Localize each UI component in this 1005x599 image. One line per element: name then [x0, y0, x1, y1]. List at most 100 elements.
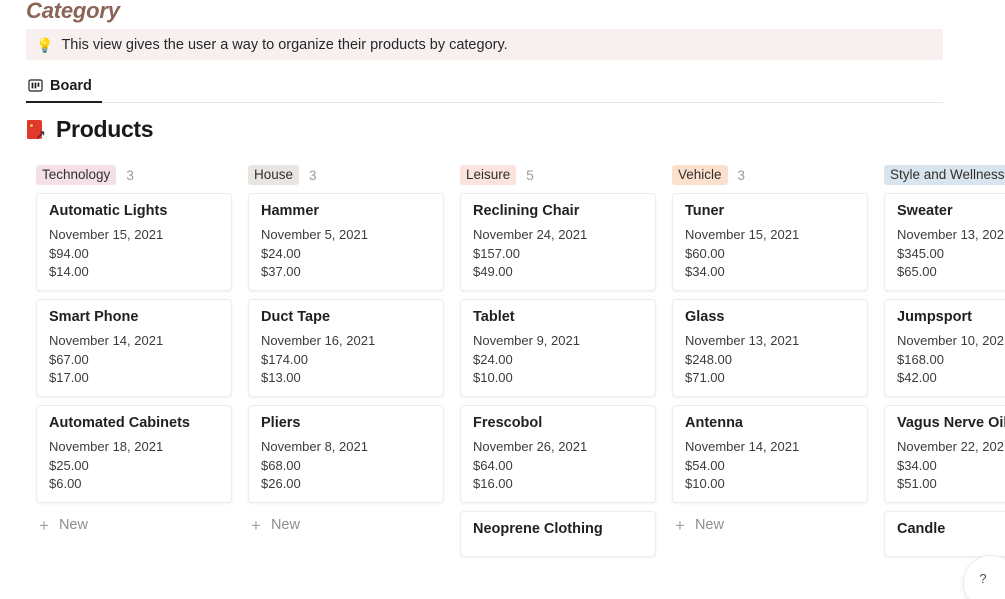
card-price-secondary: $34.00: [685, 264, 855, 279]
view-tab-bar: Board: [26, 70, 943, 103]
board-card[interactable]: Pliers November 8, 2021 $68.00 $26.00: [248, 405, 444, 503]
card-price-primary: $24.00: [473, 352, 643, 367]
card-date: November 9, 2021: [473, 333, 643, 348]
board-card[interactable]: Smart PhoneNovember 14, 2021$67.00$17.00: [36, 299, 232, 397]
card-price-primary: $168.00: [897, 352, 1005, 367]
card-title: Tuner: [685, 203, 855, 219]
card-price-primary: $34.00: [897, 458, 1005, 473]
card-price-primary: $345.00: [897, 246, 1005, 261]
card-price-secondary: $65.00: [897, 264, 1005, 279]
board-column-header[interactable]: Style and Wellness4: [874, 160, 1005, 190]
card-title: Hammer: [261, 203, 431, 219]
board-column: House3HammerNovember 5, 2021$24.00$37.00…: [238, 160, 450, 599]
card-price-secondary: $71.00: [685, 370, 855, 385]
card-price-secondary: $6.00: [49, 476, 219, 491]
tab-board[interactable]: Board: [26, 70, 102, 103]
door-exit-icon: ↗: [26, 119, 48, 141]
board-card[interactable]: FrescobolNovember 26, 2021$64.00$16.00: [460, 405, 656, 503]
card-price-secondary: $26.00: [261, 476, 431, 491]
card-title: Jumpsport: [897, 309, 1005, 325]
notion-board-page: Category 💡 This view gives the user a wa…: [0, 0, 1005, 599]
board-card[interactable]: Automatic LightsNovember 15, 2021$94.00$…: [36, 193, 232, 291]
card-title: Reclining Chair: [473, 203, 643, 219]
column-tag: House: [248, 165, 299, 186]
board-card[interactable]: Vagus Nerve Oil November 22, 2021 $34.00 $5…: [884, 405, 1005, 503]
board-card[interactable]: Tablet November 9, 2021 $24.00 $10.00: [460, 299, 656, 397]
card-price-secondary: $51.00: [897, 476, 1005, 491]
card-price-secondary: $42.00: [897, 370, 1005, 385]
column-tag: Style and Wellness: [884, 165, 1005, 186]
board-column-header[interactable]: Leisure5: [450, 160, 662, 190]
door-arrow-glyph: ↗: [35, 129, 47, 141]
board-card[interactable]: Duct TapeNovember 16, 2021$174.00$13.00: [248, 299, 444, 397]
board-column-header[interactable]: House 3: [238, 160, 450, 190]
board-view-icon: [28, 78, 43, 93]
board-column-cards: Reclining Chair November 24, 2021 $157.00 $…: [450, 190, 662, 557]
board-column-cards: Automatic LightsNovember 15, 2021$94.00$…: [26, 190, 238, 503]
card-date: November 24, 2021: [473, 227, 643, 242]
board-column-cards: HammerNovember 5, 2021$24.00$37.00Duct T…: [238, 190, 450, 503]
card-price-secondary: $14.00: [49, 264, 219, 279]
board-card[interactable]: AntennaNovember 14, 2021$54.00$10.00: [672, 405, 868, 503]
board-column-cards: SweaterNovember 13, 2021$345.00$65.00Jum…: [874, 190, 1005, 557]
help-glyph: ?: [979, 571, 986, 586]
column-tag: Technology: [36, 165, 116, 186]
plus-icon: +: [39, 517, 49, 534]
card-price-primary: $64.00: [473, 458, 643, 473]
callout-banner: 💡 This view gives the user a way to orga…: [26, 29, 943, 60]
board-column: Leisure5 Reclining Chair November 24, 2021…: [450, 160, 662, 599]
board-column: Style and Wellness4SweaterNovember 13, 2…: [874, 160, 1005, 599]
card-title: Antenna: [685, 415, 855, 431]
card-title: Sweater: [897, 203, 1005, 219]
card-price-primary: $94.00: [49, 246, 219, 261]
card-date: November 8, 2021: [261, 439, 431, 454]
card-title: Glass: [685, 309, 855, 325]
card-title: Smart Phone: [49, 309, 219, 325]
new-card-button[interactable]: +New: [248, 511, 450, 539]
card-price-primary: $174.00: [261, 352, 431, 367]
new-card-button[interactable]: + New: [672, 511, 874, 539]
plus-icon: +: [675, 517, 685, 534]
board-column-cards: TunerNovember 15, 2021$60.00$34.00GlassN…: [662, 190, 874, 503]
board-card[interactable]: JumpsportNovember 10, 2021$168.00$42.00: [884, 299, 1005, 397]
column-count: 3: [309, 168, 317, 183]
database-heading[interactable]: ↗ Products: [26, 116, 153, 143]
card-price-primary: $68.00: [261, 458, 431, 473]
board-card[interactable]: Candle: [884, 511, 1005, 557]
board-card[interactable]: HammerNovember 5, 2021$24.00$37.00: [248, 193, 444, 291]
card-price-secondary: $17.00: [49, 370, 219, 385]
card-price-primary: $54.00: [685, 458, 855, 473]
card-date: November 14, 2021: [49, 333, 219, 348]
board-card[interactable]: Reclining ChairNovember 24, 2021$157.00$…: [460, 193, 656, 291]
board-column-header[interactable]: Vehicle3: [662, 160, 874, 190]
board-column-header[interactable]: Technology 3: [26, 160, 238, 190]
card-price-secondary: $10.00: [473, 370, 643, 385]
database-title: Products: [56, 116, 153, 143]
board-card[interactable]: TunerNovember 15, 2021$60.00$34.00: [672, 193, 868, 291]
board-card[interactable]: Automated CabinetsNovember 18, 2021$25.0…: [36, 405, 232, 503]
plus-icon: +: [251, 517, 261, 534]
card-date: November 15, 2021: [685, 227, 855, 242]
new-card-label: New: [59, 517, 88, 533]
column-tag: Vehicle: [672, 165, 728, 186]
card-title: Neoprene Clothing: [473, 521, 643, 537]
new-card-button[interactable]: + New: [36, 511, 238, 539]
new-card-label: New: [695, 517, 724, 533]
board-card[interactable]: GlassNovember 13, 2021$248.00$71.00: [672, 299, 868, 397]
board-card[interactable]: Neoprene Clothing: [460, 511, 656, 557]
card-price-primary: $24.00: [261, 246, 431, 261]
card-date: November 14, 2021: [685, 439, 855, 454]
tab-board-label: Board: [50, 78, 92, 94]
card-price-primary: $157.00: [473, 246, 643, 261]
card-price-secondary: $13.00: [261, 370, 431, 385]
board-card[interactable]: SweaterNovember 13, 2021$345.00$65.00: [884, 193, 1005, 291]
card-price-secondary: $37.00: [261, 264, 431, 279]
card-title: Vagus Nerve Oil: [897, 415, 1005, 431]
callout-text: This view gives the user a way to organi…: [61, 37, 507, 53]
column-tag: Leisure: [460, 165, 516, 186]
card-title: Tablet: [473, 309, 643, 325]
column-count: 3: [126, 168, 134, 183]
card-title: Pliers: [261, 415, 431, 431]
card-date: November 22, 2021: [897, 439, 1005, 454]
card-date: November 16, 2021: [261, 333, 431, 348]
